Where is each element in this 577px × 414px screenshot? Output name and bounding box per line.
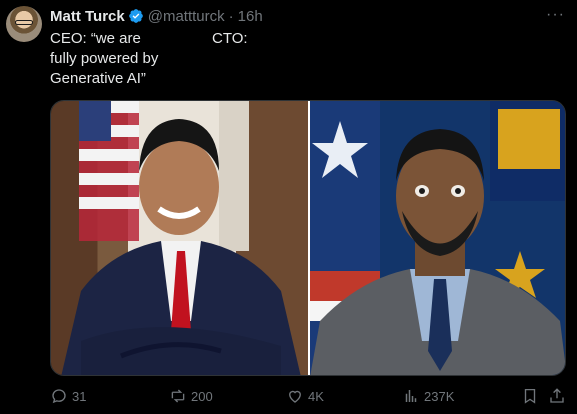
media-left-photo[interactable]: [51, 101, 308, 375]
views-button[interactable]: 237K: [402, 385, 454, 407]
glasses-icon: [15, 20, 33, 25]
verified-badge-icon: [128, 9, 143, 23]
handle[interactable]: @mattturck: [148, 8, 225, 25]
more-options-icon[interactable]: ···: [546, 6, 565, 24]
repost-count: 200: [191, 388, 213, 404]
reply-icon: [52, 389, 66, 404]
tweet-text-cto: CTO:: [212, 30, 248, 47]
media-right-photo[interactable]: [310, 101, 565, 375]
bookmark-button[interactable]: [521, 385, 539, 407]
tweet-header: Matt Turck @mattturck · 16h: [50, 6, 263, 26]
timestamp[interactable]: 16h: [238, 8, 263, 25]
tweet[interactable]: Matt Turck @mattturck · 16h ··· CEO: “we…: [0, 0, 577, 414]
view-count: 237K: [424, 388, 455, 404]
display-name[interactable]: Matt Turck: [50, 8, 125, 25]
bookmark-icon: [524, 388, 536, 404]
share-button[interactable]: [548, 385, 566, 407]
heart-icon: [289, 390, 301, 403]
like-button[interactable]: 4K: [286, 385, 324, 407]
reply-count: 31: [72, 388, 87, 404]
share-icon: [550, 388, 564, 403]
separator-dot: ·: [228, 7, 234, 25]
tweet-text-ceo: CEO: “we are fully powered by Generative…: [50, 30, 159, 87]
repost-icon: [171, 389, 185, 403]
analytics-icon: [405, 390, 417, 402]
reply-button[interactable]: 31: [50, 385, 86, 407]
ceo-photo-icon: [61, 101, 301, 375]
media-grid[interactable]: [50, 100, 566, 376]
tweet-actions: 31 200 4K 237K: [50, 385, 566, 407]
repost-button[interactable]: 200: [169, 385, 213, 407]
avatar[interactable]: [6, 6, 42, 42]
cto-photo-icon: [310, 101, 565, 375]
like-count: 4K: [308, 388, 324, 404]
